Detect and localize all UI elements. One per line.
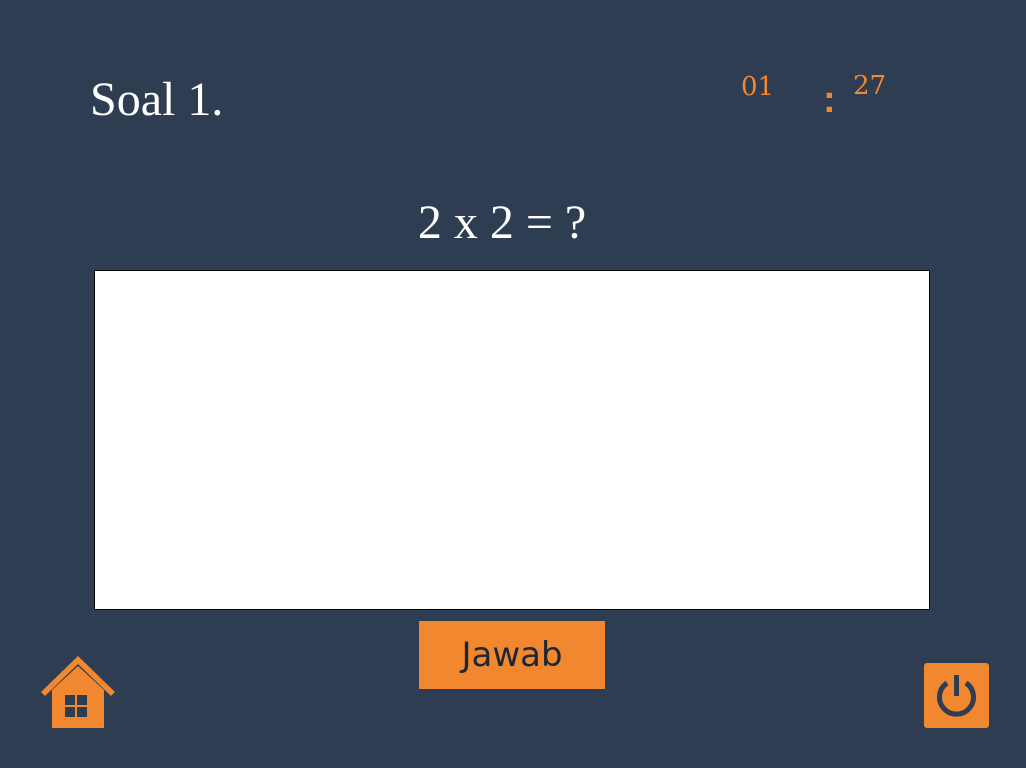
question-number: Soal 1.: [90, 73, 224, 126]
timer-minutes: 01: [741, 72, 775, 102]
answer-input[interactable]: [94, 270, 930, 610]
power-icon: [937, 675, 976, 717]
home-button[interactable]: [40, 654, 116, 730]
timer-separator: :: [823, 79, 836, 121]
home-icon: [41, 656, 115, 728]
timer-seconds: 27: [853, 71, 887, 101]
question-text: 2 x 2 = ?: [417, 196, 587, 249]
answer-button[interactable]: Jawab: [419, 621, 605, 689]
power-button[interactable]: [924, 663, 989, 728]
